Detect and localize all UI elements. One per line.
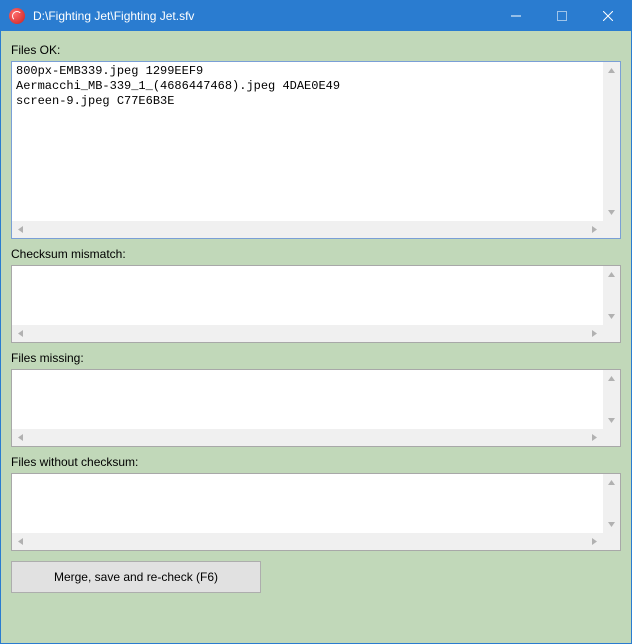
hscrollbar[interactable]	[12, 533, 603, 550]
hscrollbar[interactable]	[12, 429, 603, 446]
scroll-up-icon[interactable]	[603, 266, 620, 283]
scroll-right-icon[interactable]	[586, 221, 603, 238]
scroll-down-icon[interactable]	[603, 412, 620, 429]
files-ok-label: Files OK:	[11, 43, 621, 57]
merge-button[interactable]: Merge, save and re-check (F6)	[11, 561, 261, 593]
scroll-left-icon[interactable]	[12, 429, 29, 446]
scroll-left-icon[interactable]	[12, 221, 29, 238]
missing-pane[interactable]	[11, 369, 621, 447]
vscrollbar[interactable]	[603, 62, 620, 221]
files-ok-text[interactable]: 800px-EMB339.jpeg 1299EEF9 Aermacchi_MB-…	[12, 62, 620, 238]
button-row: Merge, save and re-check (F6)	[11, 561, 621, 593]
mismatch-pane[interactable]	[11, 265, 621, 343]
maximize-button[interactable]	[539, 1, 585, 31]
minimize-button[interactable]	[493, 1, 539, 31]
vscrollbar[interactable]	[603, 370, 620, 429]
files-ok-pane[interactable]: 800px-EMB339.jpeg 1299EEF9 Aermacchi_MB-…	[11, 61, 621, 239]
scroll-corner	[603, 533, 620, 550]
scroll-down-icon[interactable]	[603, 204, 620, 221]
scroll-corner	[603, 325, 620, 342]
mismatch-label: Checksum mismatch:	[11, 247, 621, 261]
scroll-corner	[603, 429, 620, 446]
hscrollbar[interactable]	[12, 325, 603, 342]
scroll-right-icon[interactable]	[586, 429, 603, 446]
missing-label: Files missing:	[11, 351, 621, 365]
hscrollbar[interactable]	[12, 221, 603, 238]
scroll-left-icon[interactable]	[12, 325, 29, 342]
scroll-left-icon[interactable]	[12, 533, 29, 550]
scroll-right-icon[interactable]	[586, 533, 603, 550]
window-title: D:\Fighting Jet\Fighting Jet.sfv	[33, 9, 493, 23]
vscrollbar[interactable]	[603, 474, 620, 533]
app-window: D:\Fighting Jet\Fighting Jet.sfv Files O…	[0, 0, 632, 644]
scroll-up-icon[interactable]	[603, 370, 620, 387]
window-controls	[493, 1, 631, 31]
close-button[interactable]	[585, 1, 631, 31]
nochecksum-pane[interactable]	[11, 473, 621, 551]
app-icon	[9, 8, 25, 24]
scroll-down-icon[interactable]	[603, 308, 620, 325]
vscrollbar[interactable]	[603, 266, 620, 325]
scroll-up-icon[interactable]	[603, 62, 620, 79]
scroll-up-icon[interactable]	[603, 474, 620, 491]
nochecksum-label: Files without checksum:	[11, 455, 621, 469]
scroll-down-icon[interactable]	[603, 516, 620, 533]
scroll-right-icon[interactable]	[586, 325, 603, 342]
titlebar[interactable]: D:\Fighting Jet\Fighting Jet.sfv	[1, 1, 631, 31]
client-area: Files OK: 800px-EMB339.jpeg 1299EEF9 Aer…	[1, 31, 631, 643]
scroll-corner	[603, 221, 620, 238]
